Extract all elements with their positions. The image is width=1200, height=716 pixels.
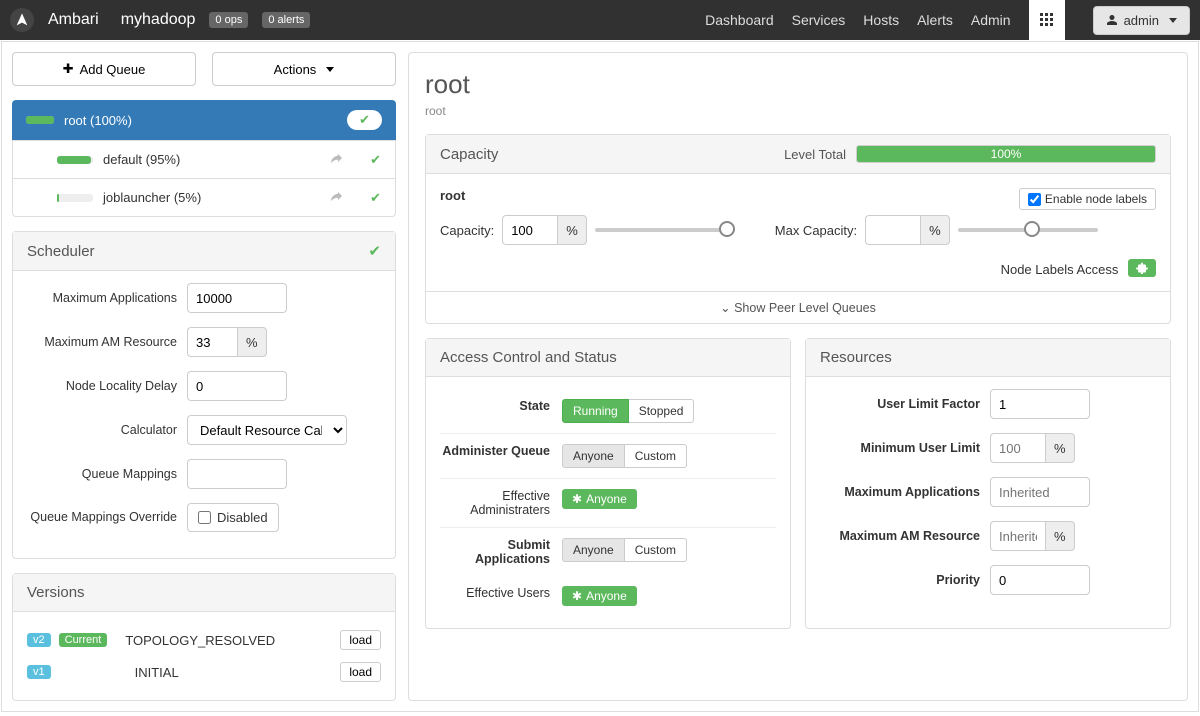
user-icon [1106,14,1118,26]
queue-item-joblauncher[interactable]: joblauncher (5%) ✔ [12,179,396,217]
mappings-label: Queue Mappings [27,466,177,482]
level-total-label: Level Total [784,147,846,162]
override-label: Queue Mappings Override [27,509,177,525]
scheduler-panel: Scheduler ✔ Maximum Applications Maximum… [12,231,396,559]
nav-admin[interactable]: Admin [971,12,1011,28]
cluster-name[interactable]: myhadoop [121,11,196,29]
max-capacity-input[interactable] [865,215,920,245]
eff-admin-anyone-pill[interactable]: ✱ Anyone [562,489,637,509]
main-content: root root Capacity Level Total 100% Enab… [408,52,1188,701]
user-menu-button[interactable]: admin [1093,6,1190,35]
ambari-logo-icon [10,8,34,32]
nav-hosts[interactable]: Hosts [863,12,899,28]
level-total-progress: 100% [856,145,1156,163]
check-icon: ✔ [368,242,381,260]
check-icon: ✔ [370,190,381,206]
percent-addon: % [237,327,267,357]
brand-label: Ambari [48,11,99,29]
page-title: root [425,69,1171,100]
ulf-input[interactable] [990,389,1090,419]
eff-users-label: Effective Users [440,586,550,600]
max-am-label: Maximum AM Resource [27,334,177,350]
resources-panel: Resources User Limit Factor Minimum User… [805,338,1171,629]
max-apps-input[interactable] [187,283,287,313]
version-name: INITIAL [135,665,179,680]
versions-title: Versions [27,584,85,601]
versions-panel: Versions v2 Current TOPOLOGY_RESOLVED lo… [12,573,396,701]
state-label: State [440,399,550,413]
calculator-select[interactable]: Default Resource Cal [187,415,347,445]
ops-badge[interactable]: 0 ops [209,12,248,28]
eff-admin-label: Effective Administraters [440,489,550,517]
leaf-icon [328,189,342,206]
node-delay-input[interactable] [187,371,287,401]
access-control-panel: Access Control and Status State Running … [425,338,791,629]
version-row: v2 Current TOPOLOGY_RESOLVED load [27,624,381,656]
check-icon: ✔ [370,152,381,168]
priority-input[interactable] [990,565,1090,595]
node-delay-label: Node Locality Delay [27,378,177,394]
check-icon: ✔ [347,110,382,130]
admin-queue-label: Administer Queue [440,444,550,458]
max-am-input[interactable] [187,327,237,357]
version-row: v1 INITIAL load [27,656,381,688]
submit-apps-label: Submit Applications [440,538,550,566]
res-max-am-input[interactable] [990,521,1045,551]
mappings-input[interactable] [187,459,287,489]
nav-services[interactable]: Services [792,12,846,28]
version-tag: v1 [27,665,51,679]
version-status: Current [59,633,108,647]
queue-item-default[interactable]: default (95%) ✔ [12,141,396,179]
res-max-apps-label: Maximum Applications [820,485,980,499]
calculator-label: Calculator [27,422,177,438]
puzzle-icon [1136,262,1148,274]
res-max-am-label: Maximum AM Resource [820,529,980,543]
capacity-label: Capacity: [440,223,494,238]
nav-dashboard[interactable]: Dashboard [705,12,774,28]
res-max-apps-input[interactable] [990,477,1090,507]
capacity-input[interactable] [502,215,557,245]
mul-input[interactable] [990,433,1045,463]
capacity-panel: Capacity Level Total 100% Enable node la… [425,134,1171,324]
breadcrumb: root [425,104,1171,118]
access-heading: Access Control and Status [440,349,617,366]
max-capacity-slider[interactable] [958,228,1098,232]
chevron-down-icon: ⌄ [720,301,730,315]
version-load-button[interactable]: load [340,662,381,682]
version-name: TOPOLOGY_RESOLVED [125,633,275,648]
node-labels-access-button[interactable] [1128,259,1156,277]
max-capacity-label: Max Capacity: [775,223,857,238]
resources-heading: Resources [820,349,892,366]
state-toggle[interactable]: Running Stopped [562,399,694,423]
plus-icon: ✚ [63,61,74,77]
node-labels-access-label: Node Labels Access [1001,262,1119,277]
version-tag: v2 [27,633,51,647]
admin-queue-toggle[interactable]: Anyone Custom [562,444,687,468]
nav-alerts[interactable]: Alerts [917,12,953,28]
max-apps-label: Maximum Applications [27,290,177,306]
queue-tree-panel: root (100%) ✔ default (95%) ✔ joblaunche… [12,100,396,217]
version-load-button[interactable]: load [340,630,381,650]
mul-label: Minimum User Limit [820,441,980,455]
apps-grid-icon[interactable] [1029,0,1065,40]
scheduler-title: Scheduler [27,243,95,260]
eff-users-anyone-pill[interactable]: ✱ Anyone [562,586,637,606]
leaf-icon [328,151,342,168]
show-peer-queues-toggle[interactable]: ⌄ Show Peer Level Queues [426,291,1170,323]
alerts-badge[interactable]: 0 alerts [262,12,310,28]
priority-label: Priority [820,573,980,587]
topbar: Ambari myhadoop 0 ops 0 alerts Dashboard… [0,0,1200,40]
add-queue-button[interactable]: ✚ Add Queue [12,52,196,86]
capacity-slider[interactable] [595,228,735,232]
queue-item-root[interactable]: root (100%) ✔ [12,100,396,141]
capacity-heading: Capacity [440,146,498,163]
override-toggle[interactable]: Disabled [187,503,279,532]
ulf-label: User Limit Factor [820,397,980,411]
enable-node-labels-toggle[interactable]: Enable node labels [1019,188,1156,210]
submit-apps-toggle[interactable]: Anyone Custom [562,538,687,562]
actions-dropdown[interactable]: Actions [212,52,396,86]
